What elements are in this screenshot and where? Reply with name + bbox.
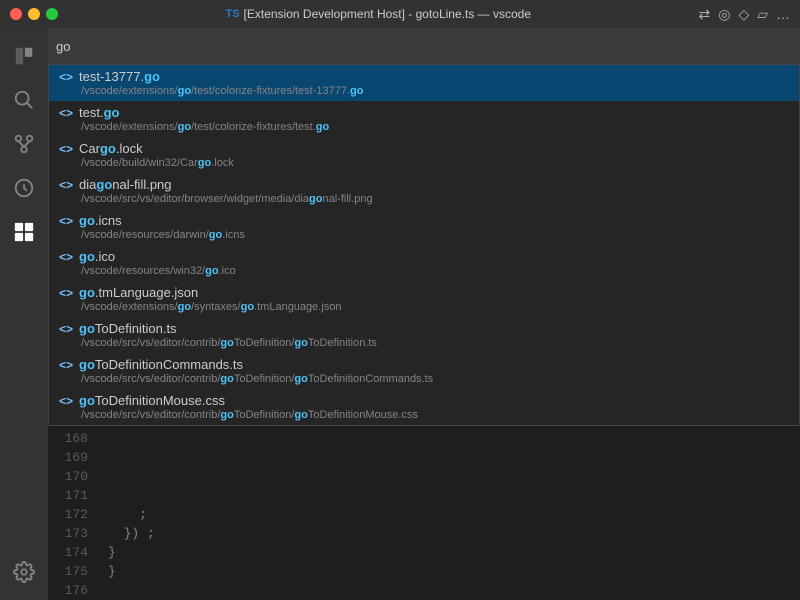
dropdown-item[interactable]: <> test-13777.go /vscode/extensions/go/t… xyxy=(49,65,799,101)
code-line: } xyxy=(108,562,786,581)
item-name: <> Cargo.lock xyxy=(59,141,789,156)
title-bar: TS [Extension Development Host] - gotoLi… xyxy=(0,0,800,28)
file-code-icon: <> xyxy=(59,358,73,372)
dropdown-item[interactable]: <> go.icns /vscode/resources/darwin/go.i… xyxy=(49,209,799,245)
editor-area: TS findControlle <> test-13777.go xyxy=(48,28,800,600)
command-palette: <> test-13777.go /vscode/extensions/go/t… xyxy=(48,28,800,426)
code-line xyxy=(108,448,786,467)
dropdown-item[interactable]: <> go.tmLanguage.json /vscode/extensions… xyxy=(49,281,799,317)
main-layout: TS findControlle <> test-13777.go xyxy=(0,28,800,600)
activity-bar xyxy=(0,28,48,600)
item-name: <> goToDefinitionCommands.ts xyxy=(59,357,789,372)
file-code-icon: <> xyxy=(59,286,73,300)
split-editor-icon[interactable]: ▱ xyxy=(757,6,768,23)
file-code-icon: <> xyxy=(59,70,73,84)
activity-icon-debug[interactable] xyxy=(4,168,44,208)
item-path: /vscode/src/vs/editor/contrib/goToDefini… xyxy=(59,337,789,349)
item-name: <> go.icns xyxy=(59,213,789,228)
ts-icon: TS xyxy=(225,8,239,20)
activity-icon-explorer[interactable] xyxy=(4,36,44,76)
code-line xyxy=(108,486,786,505)
file-code-icon: <> xyxy=(59,394,73,408)
dropdown-item[interactable]: <> goToDefinition.ts /vscode/src/vs/edit… xyxy=(49,317,799,353)
code-line: } xyxy=(108,543,786,562)
item-path: /vscode/build/win32/Cargo.lock xyxy=(59,157,789,169)
activity-icon-search[interactable] xyxy=(4,80,44,120)
activity-icon-settings[interactable] xyxy=(4,552,44,592)
title-bar-icons: ⇄ ◎ ◇ ▱ … xyxy=(698,6,790,23)
item-name: <> go.tmLanguage.json xyxy=(59,285,789,300)
code-line xyxy=(108,581,786,600)
dropdown-item[interactable]: <> goToDefinitionCommands.ts /vscode/src… xyxy=(49,353,799,389)
item-name: <> test.go xyxy=(59,105,789,120)
item-path: /vscode/extensions/go/syntaxes/go.tmLang… xyxy=(59,301,789,313)
minimize-button[interactable] xyxy=(28,8,40,20)
dropdown-item[interactable]: <> diagonal-fill.png /vscode/src/vs/edit… xyxy=(49,173,799,209)
dropdown-item[interactable]: <> goToDefinitionMouse.css /vscode/src/v… xyxy=(49,389,799,425)
item-path: /vscode/resources/win32/go.ico xyxy=(59,265,789,277)
remote-icon[interactable]: ⇄ xyxy=(698,6,710,23)
file-code-icon: <> xyxy=(59,178,73,192)
activity-icon-extensions[interactable] xyxy=(4,212,44,252)
file-code-icon: <> xyxy=(59,322,73,336)
code-line: ; xyxy=(108,505,786,524)
file-code-icon: <> xyxy=(59,214,73,228)
item-name: <> goToDefinitionMouse.css xyxy=(59,393,789,408)
command-input-row xyxy=(48,28,800,64)
dropdown-item[interactable]: <> test.go /vscode/extensions/go/test/co… xyxy=(49,101,799,137)
close-button[interactable] xyxy=(10,8,22,20)
code-line: }) ; xyxy=(108,524,786,543)
item-path: /vscode/extensions/go/test/colorize-fixt… xyxy=(59,121,789,133)
file-code-icon: <> xyxy=(59,250,73,264)
item-path: /vscode/src/vs/editor/contrib/goToDefini… xyxy=(59,409,789,421)
activity-icon-scm[interactable] xyxy=(4,124,44,164)
window-title: TS [Extension Development Host] - gotoLi… xyxy=(225,7,531,21)
item-name: <> go.ico xyxy=(59,249,789,264)
more-actions-icon[interactable]: … xyxy=(776,6,790,22)
dropdown-item[interactable]: <> go.ico /vscode/resources/win32/go.ico xyxy=(49,245,799,281)
person-icon[interactable]: ◎ xyxy=(718,6,730,23)
traffic-lights xyxy=(10,8,58,20)
code-line xyxy=(108,429,786,448)
item-path: /vscode/src/vs/editor/browser/widget/med… xyxy=(59,193,789,205)
item-path: /vscode/resources/darwin/go.icns xyxy=(59,229,789,241)
dropdown-results: <> test-13777.go /vscode/extensions/go/t… xyxy=(48,64,800,426)
item-name: <> diagonal-fill.png xyxy=(59,177,789,192)
item-path: /vscode/src/vs/editor/contrib/goToDefini… xyxy=(59,373,789,385)
file-code-icon: <> xyxy=(59,106,73,120)
command-palette-input[interactable] xyxy=(56,39,792,54)
item-name: <> test-13777.go xyxy=(59,69,789,84)
code-line xyxy=(108,467,786,486)
item-name: <> goToDefinition.ts xyxy=(59,321,789,336)
command-palette-wrapper: <> test-13777.go /vscode/extensions/go/t… xyxy=(48,28,800,426)
diamond-icon[interactable]: ◇ xyxy=(738,6,749,23)
file-code-icon: <> xyxy=(59,142,73,156)
maximize-button[interactable] xyxy=(46,8,58,20)
dropdown-item[interactable]: <> Cargo.lock /vscode/build/win32/Cargo.… xyxy=(49,137,799,173)
item-path: /vscode/extensions/go/test/colorize-fixt… xyxy=(59,85,789,97)
